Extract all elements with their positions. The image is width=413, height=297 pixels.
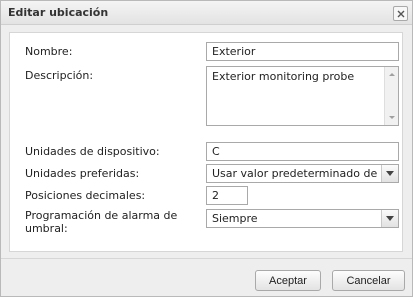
device-units-input[interactable]: C bbox=[206, 142, 399, 161]
dialog-title: Editar ubicación bbox=[8, 6, 109, 19]
preferred-units-select[interactable]: Usar valor predeterminado del si bbox=[206, 164, 399, 183]
cancel-button[interactable]: Cancelar bbox=[332, 270, 405, 291]
preferred-units-value: Usar valor predeterminado del si bbox=[212, 168, 378, 180]
threshold-schedule-label-line2: umbral: bbox=[25, 222, 68, 235]
footer-divider bbox=[1, 258, 412, 259]
description-label: Descripción: bbox=[25, 69, 94, 82]
dialog-titlebar[interactable]: Editar ubicación bbox=[1, 1, 412, 25]
description-text: Exterior monitoring probe bbox=[212, 70, 355, 83]
description-scrollbar[interactable] bbox=[384, 67, 398, 125]
device-units-label: Unidades de dispositivo: bbox=[25, 145, 160, 158]
threshold-schedule-label-line1: Programación de alarma de bbox=[25, 209, 178, 222]
close-icon[interactable] bbox=[393, 6, 408, 21]
decimal-positions-label: Posiciones decimales: bbox=[25, 189, 146, 202]
close-x-glyph bbox=[397, 10, 405, 18]
scrollbar-arrows-icon bbox=[389, 73, 395, 119]
threshold-schedule-label: Programación de alarma de umbral: bbox=[25, 209, 177, 235]
accept-button[interactable]: Aceptar bbox=[255, 270, 321, 291]
threshold-schedule-select[interactable]: Siempre bbox=[206, 209, 399, 228]
name-input[interactable]: Exterior bbox=[206, 42, 399, 61]
description-textarea[interactable]: Exterior monitoring probe bbox=[206, 66, 399, 126]
decimal-positions-input[interactable]: 2 bbox=[206, 186, 248, 205]
chevron-down-icon[interactable] bbox=[381, 165, 398, 182]
preferred-units-label: Unidades preferidas: bbox=[25, 167, 140, 180]
name-label: Nombre: bbox=[25, 45, 73, 58]
threshold-schedule-value: Siempre bbox=[212, 213, 258, 225]
edit-location-dialog: Editar ubicación Nombre: Exterior Descri… bbox=[0, 0, 413, 297]
form-panel: Nombre: Exterior Descripción: Exterior m… bbox=[9, 32, 403, 252]
chevron-down-icon[interactable] bbox=[381, 210, 398, 227]
